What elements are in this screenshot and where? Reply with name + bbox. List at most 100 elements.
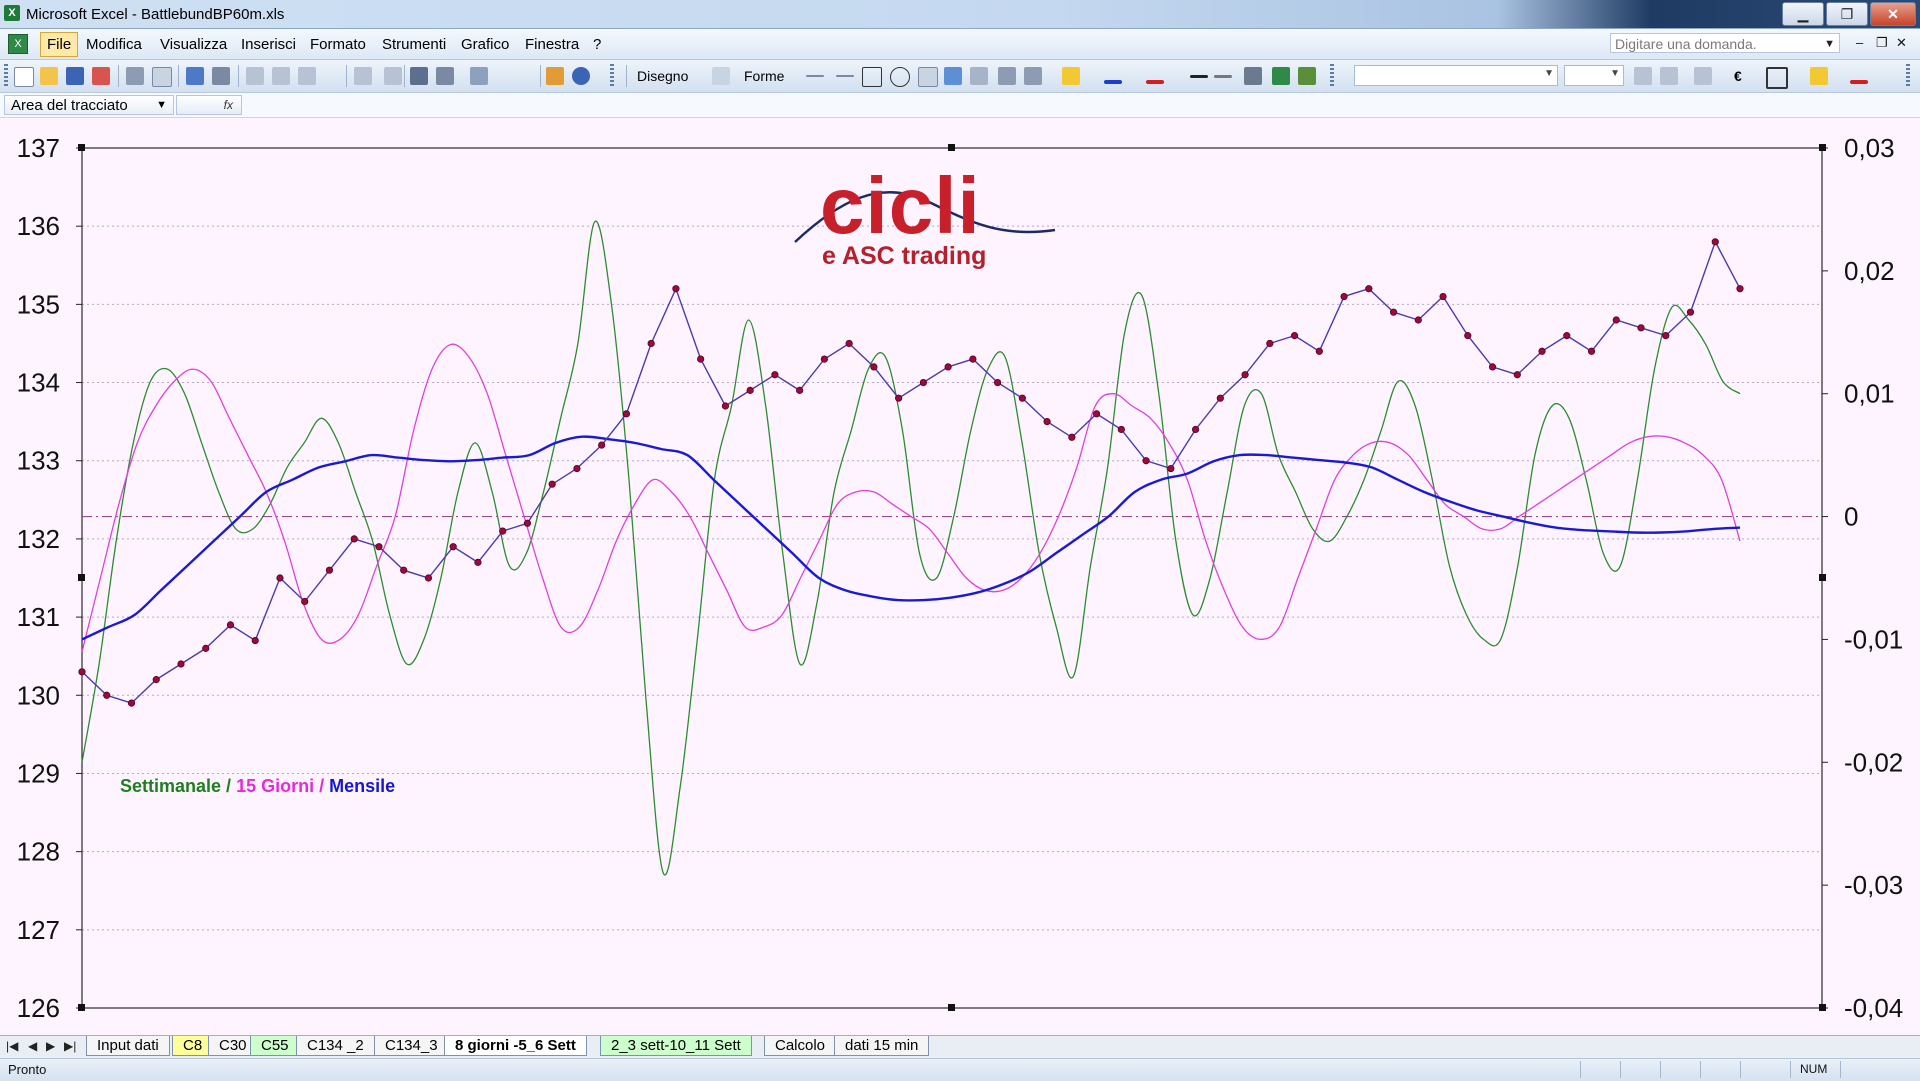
- chart-area[interactable]: 137 136 135 134 133 132 131 130 129 128 127 126 0,0…: [0, 118, 1920, 1035]
- price-point[interactable]: [870, 363, 878, 371]
- help-icon[interactable]: [572, 67, 590, 85]
- toolbar-options[interactable]: [1906, 64, 1910, 88]
- font-size-combo[interactable]: ▼: [1564, 65, 1624, 86]
- picture-icon[interactable]: [1024, 67, 1042, 85]
- dash-style-icon[interactable]: [1214, 75, 1232, 78]
- menu-inserisci[interactable]: Inserisci: [241, 36, 296, 53]
- 3d-icon[interactable]: [1298, 67, 1316, 85]
- price-point[interactable]: [1043, 418, 1051, 426]
- price-point[interactable]: [1711, 238, 1719, 246]
- price-point[interactable]: [1290, 332, 1299, 340]
- selection-handle[interactable]: [948, 144, 955, 151]
- bold-icon[interactable]: [1634, 67, 1652, 85]
- menu-modifica[interactable]: Modifica: [86, 36, 142, 53]
- selection-handle[interactable]: [78, 574, 85, 581]
- price-point[interactable]: [1563, 332, 1571, 340]
- name-box-dropdown[interactable]: ▼: [156, 96, 167, 115]
- price-point[interactable]: [721, 402, 730, 410]
- italic-icon[interactable]: [1660, 67, 1678, 85]
- shadow-icon[interactable]: [1272, 67, 1290, 85]
- price-point[interactable]: [1612, 316, 1620, 324]
- last-sheet-button[interactable]: ▶|: [64, 1039, 76, 1053]
- price-point[interactable]: [895, 394, 903, 402]
- arrow-icon[interactable]: [836, 75, 854, 77]
- price-point[interactable]: [1365, 285, 1373, 293]
- selection-handle[interactable]: [78, 144, 85, 151]
- price-point[interactable]: [1464, 332, 1472, 340]
- menu-help[interactable]: ?: [593, 36, 601, 53]
- price-point[interactable]: [598, 441, 606, 449]
- line-color-icon[interactable]: [1104, 80, 1122, 84]
- wordart-icon[interactable]: [944, 67, 962, 85]
- price-point[interactable]: [325, 566, 334, 574]
- doc-minimize-button[interactable]: –: [1856, 35, 1863, 50]
- cut-icon[interactable]: [246, 67, 264, 85]
- permission-icon[interactable]: [92, 67, 110, 85]
- select-objects-icon[interactable]: [712, 67, 730, 85]
- sheet-tab-calcolo[interactable]: Calcolo: [764, 1036, 837, 1056]
- price-point[interactable]: [276, 574, 284, 582]
- euro-button[interactable]: €: [1734, 68, 1742, 84]
- menu-formato[interactable]: Formato: [310, 36, 366, 53]
- price-point[interactable]: [969, 355, 977, 363]
- price-point[interactable]: [301, 597, 309, 606]
- price-point[interactable]: [1191, 425, 1200, 434]
- research-icon[interactable]: [212, 67, 230, 85]
- sheet-tab-8-giorni[interactable]: 8 giorni -5_6 Sett: [444, 1036, 587, 1056]
- price-point[interactable]: [177, 660, 185, 668]
- price-point[interactable]: [820, 355, 828, 363]
- sheet-tab-dati-15-min[interactable]: dati 15 min: [834, 1036, 930, 1056]
- arrow-style-icon[interactable]: [1244, 67, 1262, 85]
- price-point[interactable]: [202, 644, 210, 652]
- price-point[interactable]: [1092, 410, 1101, 418]
- diagram-icon[interactable]: [970, 67, 988, 85]
- price-point[interactable]: [647, 339, 655, 348]
- price-point[interactable]: [697, 355, 705, 363]
- menu-grafico[interactable]: Grafico: [461, 36, 509, 53]
- name-box[interactable]: Area del tracciato ▼: [4, 95, 174, 115]
- workbook-icon[interactable]: X: [8, 34, 28, 54]
- price-point[interactable]: [400, 566, 408, 574]
- price-point[interactable]: [523, 519, 532, 527]
- toolbar-grip[interactable]: [4, 64, 8, 88]
- selection-handle[interactable]: [1819, 574, 1826, 581]
- price-point[interactable]: [226, 621, 235, 629]
- price-point[interactable]: [375, 543, 383, 551]
- prev-sheet-button[interactable]: ◀: [28, 1039, 37, 1053]
- price-point[interactable]: [548, 480, 556, 488]
- cell-fill-icon[interactable]: [1810, 67, 1828, 85]
- menu-file[interactable]: File: [40, 32, 79, 57]
- oval-icon[interactable]: [890, 67, 910, 87]
- line-icon[interactable]: [806, 75, 824, 77]
- price-point[interactable]: [1662, 332, 1670, 340]
- text-color-icon[interactable]: [1850, 80, 1868, 84]
- sheet-tab-c134-2[interactable]: C134 _2: [296, 1036, 375, 1056]
- price-point[interactable]: [1266, 339, 1274, 348]
- price-point[interactable]: [1018, 394, 1026, 402]
- plot-area[interactable]: [81, 147, 1823, 1009]
- selection-handle[interactable]: [1819, 1004, 1826, 1011]
- price-point[interactable]: [1513, 371, 1521, 379]
- minimize-button[interactable]: ▁: [1782, 2, 1824, 26]
- excel-app-icon[interactable]: X: [4, 5, 20, 21]
- undo-icon[interactable]: [354, 67, 372, 85]
- price-point[interactable]: [1117, 425, 1125, 434]
- price-point[interactable]: [1414, 316, 1422, 324]
- sheet-tab-c134-3[interactable]: C134_3: [374, 1036, 449, 1056]
- price-point[interactable]: [944, 363, 952, 371]
- print-icon[interactable]: [126, 67, 144, 85]
- price-point[interactable]: [1216, 394, 1224, 402]
- price-point[interactable]: [994, 378, 1002, 387]
- price-point[interactable]: [127, 699, 136, 707]
- price-point[interactable]: [771, 371, 779, 379]
- menu-strumenti[interactable]: Strumenti: [382, 36, 446, 53]
- doc-restore-button[interactable]: ❐: [1876, 35, 1888, 51]
- ask-question-input[interactable]: Digitare una domanda. ▼: [1610, 33, 1840, 53]
- price-point[interactable]: [573, 464, 581, 473]
- autoshapes-menu[interactable]: Forme: [744, 68, 784, 84]
- price-point[interactable]: [474, 558, 482, 566]
- insert-function-button[interactable]: fx: [176, 95, 242, 115]
- sum-icon[interactable]: [436, 67, 454, 85]
- fill-color-icon[interactable]: [1062, 67, 1080, 85]
- price-point[interactable]: [251, 636, 259, 645]
